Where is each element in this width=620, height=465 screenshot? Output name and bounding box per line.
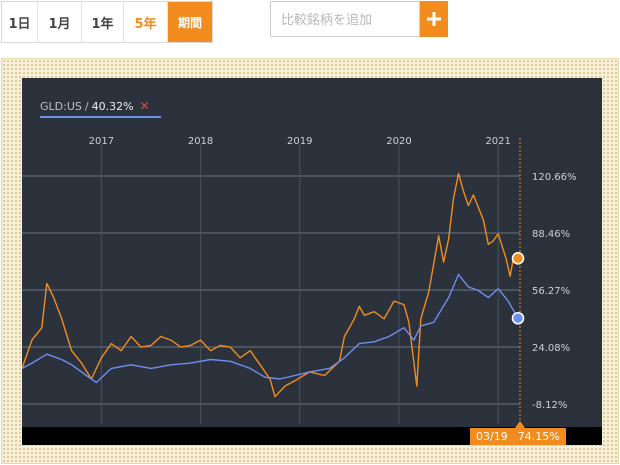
series-line-1	[22, 273, 519, 384]
y-tick-label: 120.66%	[532, 172, 577, 183]
y-tick-label: -8.12%	[532, 400, 567, 411]
range-1d-button[interactable]: 1日	[2, 2, 38, 42]
toolbar: 1日 1月 1年 5年 期間	[0, 0, 620, 48]
range-period-button[interactable]: 期間	[168, 2, 212, 42]
range-5y-button[interactable]: 5年	[124, 2, 168, 42]
x-tick-label: 2019	[287, 136, 312, 147]
plus-icon	[427, 12, 441, 26]
compare-field	[270, 1, 423, 37]
compare-input[interactable]	[279, 3, 423, 37]
y-tick-label: 56.27%	[532, 286, 570, 297]
series-lines	[22, 172, 519, 398]
cursor-caret	[515, 421, 525, 428]
y-tick-label: 24.08%	[532, 343, 570, 354]
y-axis-labels: 120.66% 88.46% 56.27% 24.08% -8.12%	[532, 172, 577, 411]
add-compare-button[interactable]	[420, 1, 448, 37]
series-line-0	[22, 172, 519, 398]
cursor-value: 74.15%	[517, 430, 560, 443]
x-tick-label: 2017	[89, 136, 114, 147]
range-selector: 1日 1月 1年 5年 期間	[1, 1, 213, 43]
cursor-date: 03/19	[476, 430, 508, 443]
cursor-readout: 03/19 74.15%	[470, 428, 566, 445]
x-tick-label: 2020	[386, 136, 411, 147]
series-marker-0	[511, 252, 525, 265]
x-tick-label: 2021	[485, 136, 510, 147]
series-marker-1	[511, 311, 525, 325]
range-1y-button[interactable]: 1年	[82, 2, 124, 42]
line-chart: 2017 2018 2019 2020 2021 120.66% 88.46% 56.27%…	[22, 136, 577, 424]
series-markers	[511, 252, 525, 325]
y-tick-label: 88.46%	[532, 229, 570, 240]
x-axis-labels: 2017 2018 2019 2020 2021	[89, 136, 511, 147]
range-1m-button[interactable]: 1月	[38, 2, 82, 42]
x-tick-label: 2018	[188, 136, 213, 147]
